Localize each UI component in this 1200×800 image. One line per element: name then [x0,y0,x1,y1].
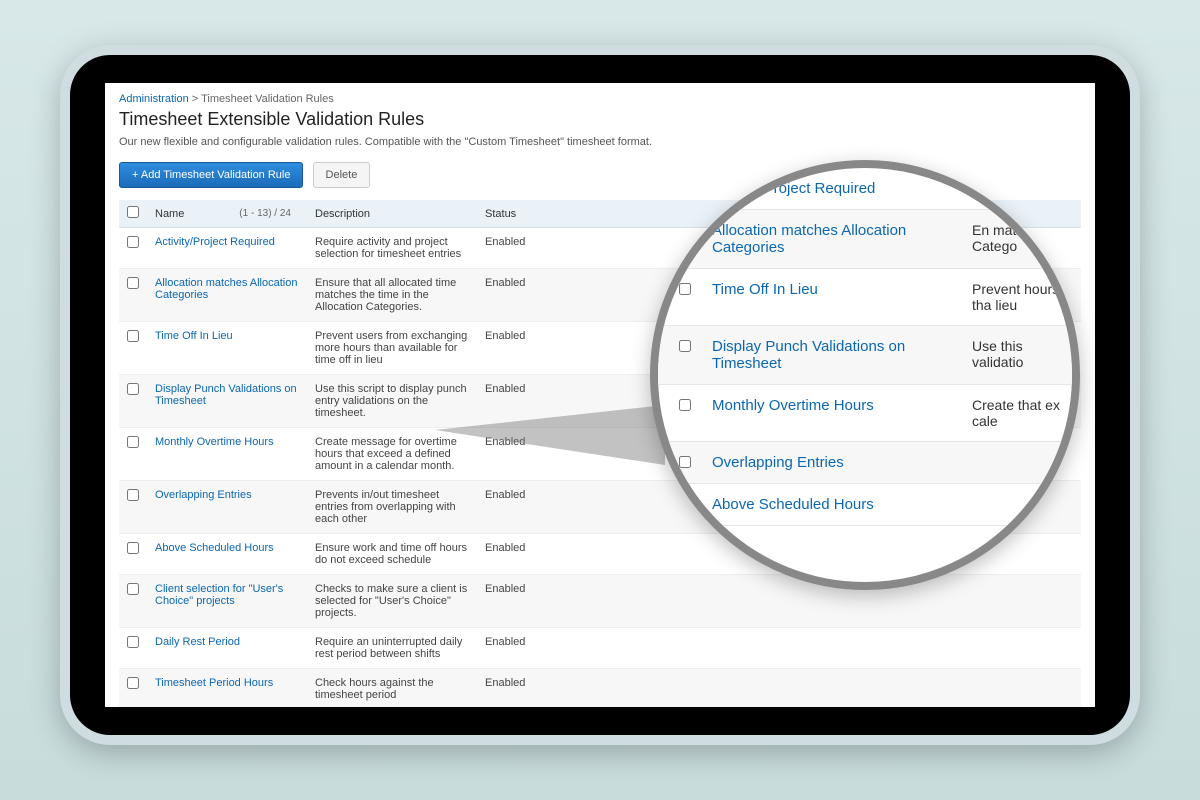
select-all-checkbox[interactable] [127,206,139,218]
delete-button[interactable]: Delete [313,162,371,188]
rule-description: Require activity and project selection f… [307,228,477,269]
header-name: Name(1 - 13) / 24 [147,200,307,228]
rule-name-link[interactable]: Display Punch Validations on Timesheet [712,338,905,372]
rule-name-link[interactable]: Time Off In Lieu [712,281,818,298]
rule-name-link[interactable]: Monthly Overtime Hours [712,397,874,414]
rule-description: Use this validatio [972,338,1062,370]
page-title: Timesheet Extensible Validation Rules [119,109,1081,130]
magnified-row: Monthly Overtime Hours Create that ex cal… [658,385,1072,442]
header-description: Description [307,200,477,228]
rule-status: Enabled [477,575,1081,628]
magnified-row: Above Scheduled Hours [658,484,1072,526]
rule-name-link[interactable]: Display Punch Validations on Timesheet [155,383,297,407]
row-checkbox[interactable] [127,277,139,289]
rule-name-link[interactable]: Monthly Overtime Hours [155,436,274,448]
rule-description: Checks to make sure a client is selected… [307,575,477,628]
rule-status: Enabled [477,669,1081,708]
breadcrumb-current: Timesheet Validation Rules [201,93,334,105]
magnifier-lens: Activity/Project RequiredAllocation matc… [650,160,1080,590]
rule-description: Require an uninterrupted daily rest peri… [307,628,477,669]
rule-name-link[interactable]: Allocation matches Allocation Categories [712,222,906,256]
row-count: (1 - 13) / 24 [239,208,299,219]
rule-name-link[interactable]: Allocation matches Allocation Categories [155,277,297,301]
table-row: Client selection for "User's Choice" pro… [119,575,1081,628]
row-checkbox[interactable] [127,436,139,448]
rule-name-link[interactable]: Timesheet Period Hours [155,677,273,689]
rule-description: Prevents in/out timesheet entries from o… [307,481,477,534]
row-checkbox[interactable] [127,542,139,554]
rule-name-link[interactable]: Above Scheduled Hours [155,542,274,554]
row-checkbox[interactable] [679,283,691,295]
rule-name-link[interactable]: Overlapping Entries [712,454,844,471]
magnified-row: Display Punch Validations on Timesheet Us… [658,326,1072,385]
rule-name-link[interactable]: Overlapping Entries [155,489,252,501]
rule-description: Ensure that all allocated time matches t… [307,269,477,322]
row-checkbox[interactable] [679,456,691,468]
row-checkbox[interactable] [127,236,139,248]
breadcrumb: Administration > Timesheet Validation Ru… [119,93,1081,105]
table-row: Timesheet Period Hours Check hours agains… [119,669,1081,708]
row-checkbox[interactable] [127,489,139,501]
add-rule-button[interactable]: + Add Timesheet Validation Rule [119,162,303,188]
magnified-row: Allocation matches Allocation Categories… [658,210,1072,269]
magnified-row: Overlapping Entries [658,442,1072,484]
breadcrumb-sep: > [192,93,198,105]
breadcrumb-root[interactable]: Administration [119,93,189,105]
rule-status: Enabled [477,628,1081,669]
table-row: Daily Rest Period Require an uninterrupte… [119,628,1081,669]
row-checkbox[interactable] [127,583,139,595]
row-checkbox[interactable] [127,636,139,648]
row-checkbox[interactable] [679,399,691,411]
rule-name-link[interactable]: Client selection for "User's Choice" pro… [155,583,283,607]
rule-description: Prevent users from exchanging more hours… [307,322,477,375]
rule-description: Check hours against the timesheet period [307,669,477,708]
row-checkbox[interactable] [127,330,139,342]
header-checkbox-cell [119,200,147,228]
row-checkbox[interactable] [679,340,691,352]
rule-name-link[interactable]: Activity/Project Required [155,236,275,248]
rule-name-link[interactable]: Daily Rest Period [155,636,240,648]
rule-name-link[interactable]: Above Scheduled Hours [712,496,874,513]
page-subtitle: Our new flexible and configurable valida… [119,136,1081,148]
rule-description: Ensure work and time off hours do not ex… [307,534,477,575]
row-checkbox[interactable] [127,383,139,395]
row-checkbox[interactable] [127,677,139,689]
rule-description: Prevent hours tha lieu [972,281,1062,313]
magnified-row: Time Off In Lieu Prevent hours tha lieu [658,269,1072,326]
rule-description: Create that ex cale [972,397,1062,429]
rule-name-link[interactable]: Time Off In Lieu [155,330,233,342]
